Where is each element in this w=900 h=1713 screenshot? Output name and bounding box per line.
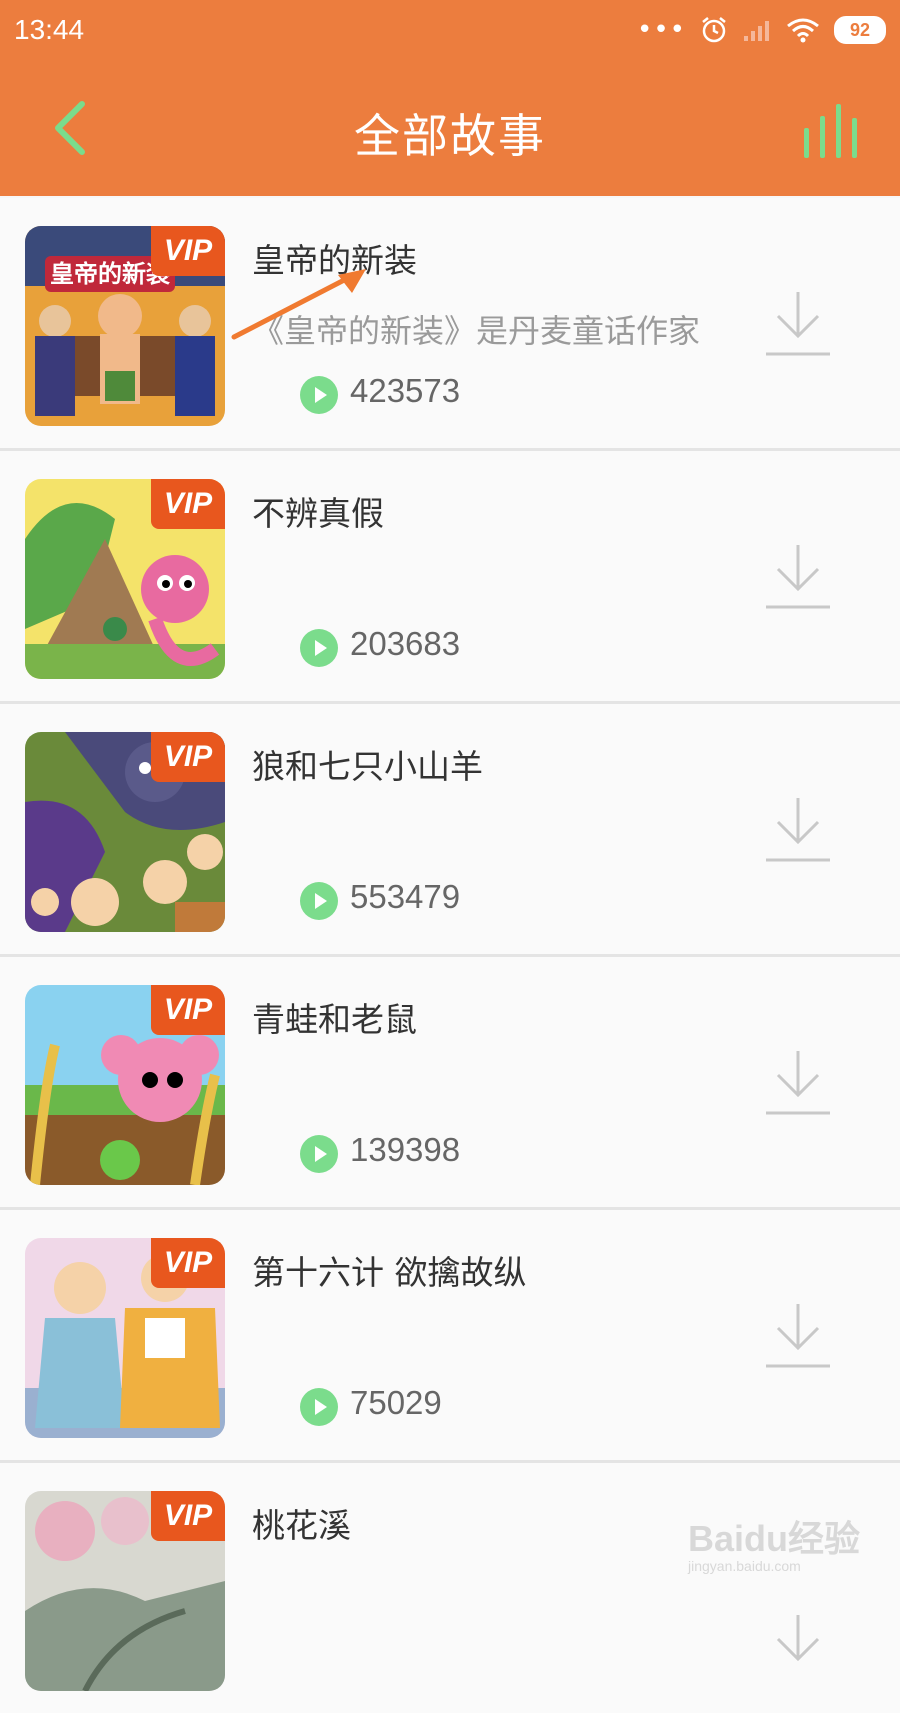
status-icons: ••• 92 xyxy=(637,12,886,48)
play-count-icon xyxy=(300,1135,338,1173)
wifi-icon xyxy=(787,18,819,43)
play-count: 203683 xyxy=(350,625,461,662)
story-title: 狼和七只小山羊 xyxy=(252,747,483,786)
page-title: 全部故事 xyxy=(354,109,546,163)
watermark-url: jingyan.baidu.com xyxy=(688,1558,801,1574)
story-item[interactable]: VIP 桃花溪 xyxy=(0,1463,900,1713)
story-item[interactable]: VIP 狼和七只小山羊 553479 xyxy=(0,704,900,957)
play-count-icon xyxy=(300,882,338,920)
story-list: 皇帝的新装 VIP 皇帝的新装 《皇帝的新装》是丹麦童话作家 423573 VI… xyxy=(0,198,900,1713)
download-icon[interactable] xyxy=(764,290,832,358)
play-count: 553479 xyxy=(350,878,461,915)
play-count-icon xyxy=(300,1388,338,1426)
story-item[interactable]: 皇帝的新装 VIP 皇帝的新装 《皇帝的新装》是丹麦童话作家 423573 xyxy=(0,198,900,451)
vip-badge: VIP xyxy=(151,1238,225,1288)
play-count: 75029 xyxy=(350,1384,442,1421)
vip-badge: VIP xyxy=(151,732,225,782)
annotation-arrow-icon xyxy=(231,269,366,340)
app-header: 13:44 ••• 92 全部故事 xyxy=(0,0,900,196)
story-item[interactable]: VIP 青蛙和老鼠 139398 xyxy=(0,957,900,1210)
more-dots-icon: ••• xyxy=(636,15,686,45)
story-title: 桃花溪 xyxy=(252,1506,351,1545)
story-cover-image: VIP xyxy=(25,985,225,1185)
playing-equalizer-icon[interactable] xyxy=(802,104,864,158)
play-count: 423573 xyxy=(350,372,461,409)
story-cover-image: VIP xyxy=(25,1238,225,1438)
watermark-logo: Baidu经验 xyxy=(688,1518,861,1559)
play-count: 139398 xyxy=(350,1131,461,1168)
story-cover-image: VIP xyxy=(25,479,225,679)
play-count-icon xyxy=(300,629,338,667)
vip-badge: VIP xyxy=(151,226,225,276)
battery-indicator: 92 xyxy=(834,16,886,44)
download-icon[interactable] xyxy=(764,1613,832,1681)
story-item[interactable]: VIP 不辨真假 203683 xyxy=(0,451,900,704)
vip-badge: VIP xyxy=(151,479,225,529)
story-item[interactable]: VIP 第十六计 欲擒故纵 75029 xyxy=(0,1210,900,1463)
baidu-watermark: Baidu经验 jingyan.baidu.com xyxy=(688,1510,860,1574)
story-cover-image: VIP xyxy=(25,732,225,932)
download-icon[interactable] xyxy=(764,1049,832,1117)
alarm-icon xyxy=(702,17,726,43)
story-cover-image: VIP xyxy=(25,1491,225,1691)
vip-badge: VIP xyxy=(151,1491,225,1541)
signal-icon xyxy=(744,21,769,41)
story-title: 第十六计 欲擒故纵 xyxy=(252,1253,527,1292)
story-cover-image: 皇帝的新装 VIP xyxy=(25,226,225,426)
vip-badge: VIP xyxy=(151,985,225,1035)
status-time: 13:44 xyxy=(14,14,85,45)
download-icon[interactable] xyxy=(764,1302,832,1370)
play-count-icon xyxy=(300,376,338,414)
story-title: 青蛙和老鼠 xyxy=(252,1000,417,1039)
story-title: 不辨真假 xyxy=(252,494,384,533)
download-icon[interactable] xyxy=(764,543,832,611)
download-icon[interactable] xyxy=(764,796,832,864)
